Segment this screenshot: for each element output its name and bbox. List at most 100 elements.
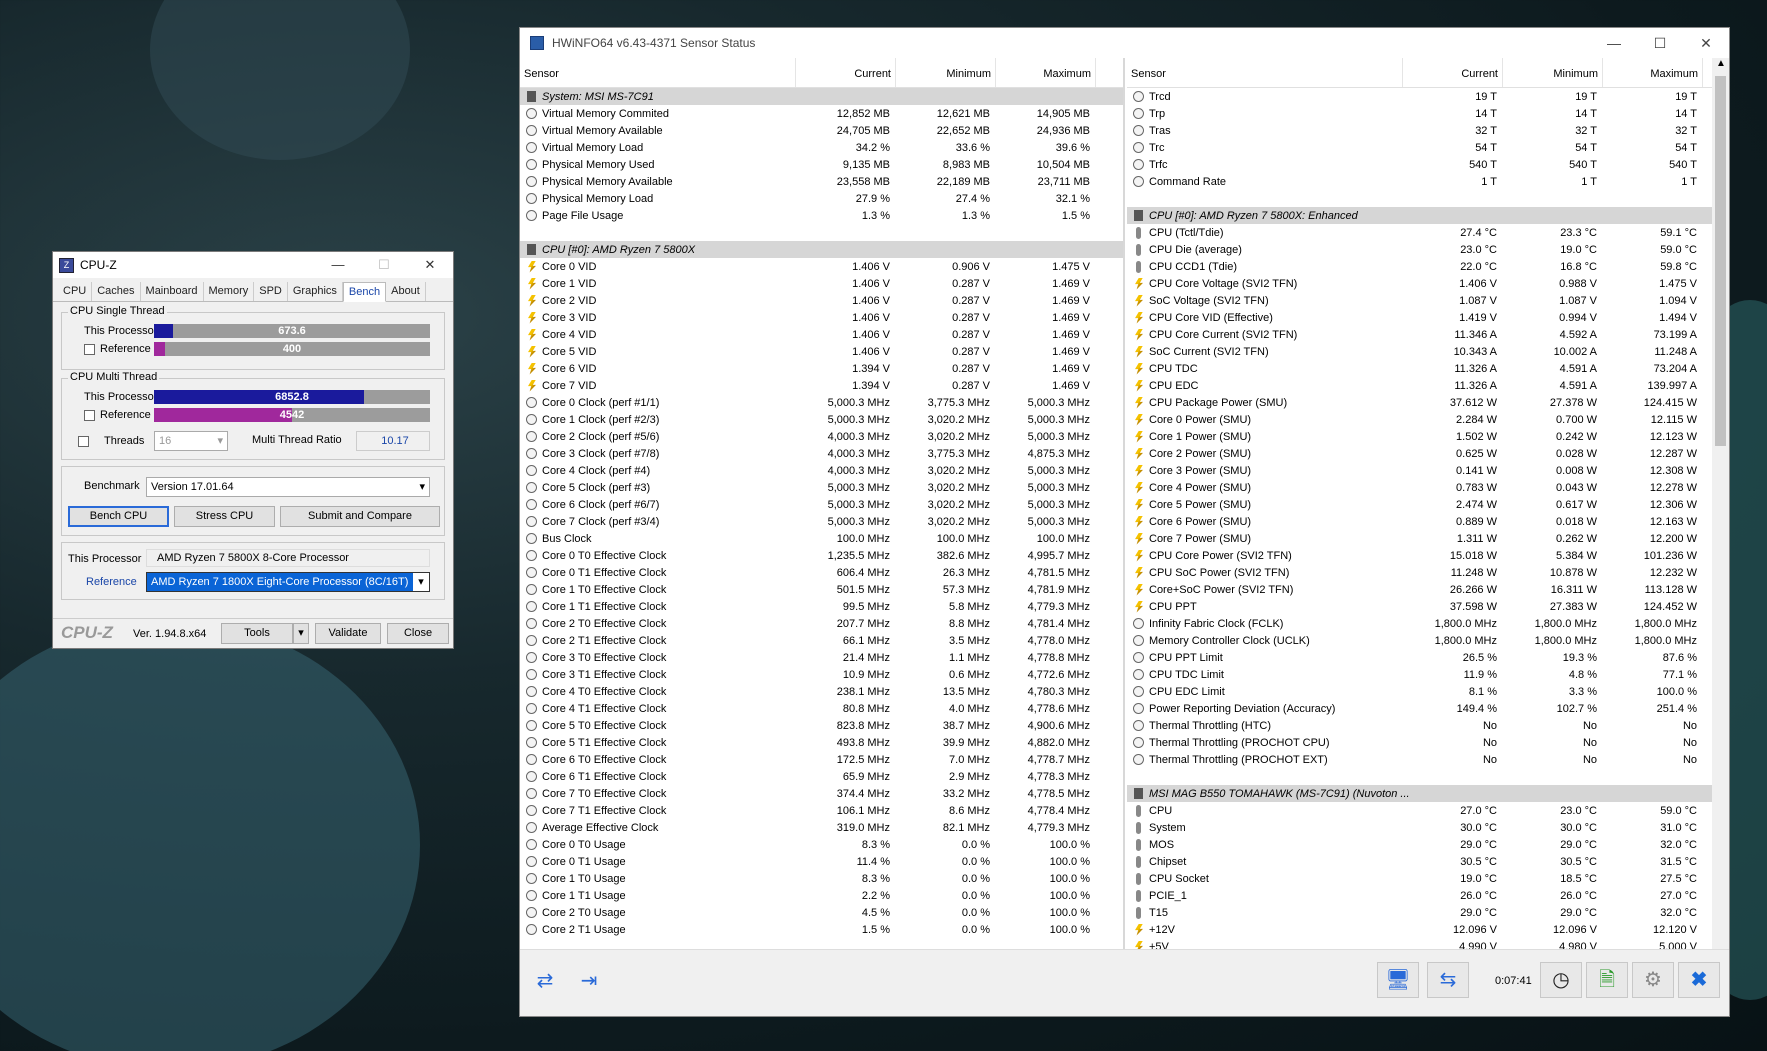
table-row[interactable]: Core 7 T1 Effective Clock 106.1 MHz 8.6 MH… [520,802,1123,819]
table-row[interactable]: CPU 27.0 °C 23.0 °C 59.0 °C [1127,802,1729,819]
table-row[interactable]: Trc 54 T 54 T 54 T [1127,139,1729,156]
table-row[interactable]: Thermal Throttling (PROCHOT EXT) No No No [1127,751,1729,768]
table-row[interactable]: Core 0 T0 Usage 8.3 % 0.0 % 100.0 % [520,836,1123,853]
table-row[interactable]: CPU Socket 19.0 °C 18.5 °C 27.5 °C [1127,870,1729,887]
table-row[interactable]: System 30.0 °C 30.0 °C 31.0 °C [1127,819,1729,836]
scrollbar-thumb[interactable] [1715,76,1726,446]
single-ref-checkbox[interactable] [84,343,95,355]
table-row[interactable]: Thermal Throttling (PROCHOT CPU) No No No [1127,734,1729,751]
table-row[interactable]: Memory Controller Clock (UCLK) 1,800.0 MH… [1127,632,1729,649]
col-maximum[interactable]: Maximum [996,58,1096,87]
table-row[interactable]: Core 4 Power (SMU) 0.783 W 0.043 W 12.278 W [1127,479,1729,496]
validate-button[interactable]: Validate [315,623,381,644]
exit-button[interactable]: ✖ [1678,962,1720,998]
table-row[interactable]: +12V 12.096 V 12.096 V 12.120 V [1127,921,1729,938]
table-row[interactable]: Core 0 Power (SMU) 2.284 W 0.700 W 12.115 W [1127,411,1729,428]
table-row[interactable]: Virtual Memory Available 24,705 MB 22,652 … [520,122,1123,139]
clock-button[interactable]: ◷ [1540,962,1582,998]
table-row[interactable]: Core 6 T0 Effective Clock 172.5 MHz 7.0 MH… [520,751,1123,768]
table-row[interactable]: Core+SoC Power (SVI2 TFN) 26.266 W 16.311 … [1127,581,1729,598]
table-row[interactable]: CPU EDC Limit 8.1 % 3.3 % 100.0 % [1127,683,1729,700]
tab-about[interactable]: About [386,282,426,301]
table-row[interactable]: CPU Package Power (SMU) 37.612 W 27.378 W 1… [1127,394,1729,411]
table-row[interactable]: Core 6 VID 1.394 V 0.287 V 1.469 V [520,360,1123,377]
multi-ref-checkbox[interactable] [84,409,95,421]
tab-caches[interactable]: Caches [92,282,141,301]
table-row[interactable]: Core 1 T1 Effective Clock 99.5 MHz 5.8 MHz… [520,598,1123,615]
table-row[interactable]: Core 5 T1 Effective Clock 493.8 MHz 39.9 M… [520,734,1123,751]
table-row[interactable]: Command Rate 1 T 1 T 1 T [1127,173,1729,190]
minimize-icon[interactable]: — [315,257,361,273]
network-button[interactable]: 🖥 [1377,962,1419,998]
col-current[interactable]: Current [796,58,896,87]
table-row[interactable]: Core 7 Clock (perf #3/4) 5,000.3 MHz 3,020… [520,513,1123,530]
threads-select[interactable]: 16 ▾ [154,431,228,451]
table-row[interactable]: CPU Die (average) 23.0 °C 19.0 °C 59.0 °C [1127,241,1729,258]
benchmark-select[interactable]: Version 17.01.64 ▾ [146,477,430,497]
close-button[interactable]: Close [387,623,449,644]
expand-arrows-button[interactable]: ⇥ [568,964,610,1000]
table-row[interactable]: CPU Core VID (Effective) 1.419 V 0.994 V 1.… [1127,309,1729,326]
table-row[interactable]: Core 5 Clock (perf #3) 5,000.3 MHz 3,020.2… [520,479,1123,496]
table-row[interactable]: Core 2 Clock (perf #5/6) 4,000.3 MHz 3,020… [520,428,1123,445]
table-row[interactable]: CPU PPT 37.598 W 27.383 W 124.452 W [1127,598,1729,615]
table-row[interactable]: Core 4 T1 Effective Clock 80.8 MHz 4.0 MHz… [520,700,1123,717]
sensor-group-header[interactable]: CPU [#0]: AMD Ryzen 7 5800X [520,241,1123,258]
layout-button[interactable]: ⇆ [1427,962,1469,998]
table-row[interactable]: Core 2 T1 Usage 1.5 % 0.0 % 100.0 % [520,921,1123,938]
table-row[interactable]: SoC Voltage (SVI2 TFN) 1.087 V 1.087 V 1.09… [1127,292,1729,309]
table-row[interactable]: Core 3 Clock (perf #7/8) 4,000.3 MHz 3,775… [520,445,1123,462]
table-row[interactable]: CPU TDC Limit 11.9 % 4.8 % 77.1 % [1127,666,1729,683]
table-row[interactable]: Core 1 Clock (perf #2/3) 5,000.3 MHz 3,020… [520,411,1123,428]
table-row[interactable]: Core 3 T1 Effective Clock 10.9 MHz 0.6 MHz… [520,666,1123,683]
col-maximum[interactable]: Maximum [1603,58,1703,87]
table-row[interactable]: Virtual Memory Commited 12,852 MB 12,621 M… [520,105,1123,122]
table-row[interactable]: Chipset 30.5 °C 30.5 °C 31.5 °C [1127,853,1729,870]
table-row[interactable]: Core 2 T0 Usage 4.5 % 0.0 % 100.0 % [520,904,1123,921]
table-row[interactable]: CPU Core Current (SVI2 TFN) 11.346 A 4.592… [1127,326,1729,343]
table-row[interactable]: Power Reporting Deviation (Accuracy) 149.… [1127,700,1729,717]
close-icon[interactable]: ✕ [1683,35,1729,52]
col-sensor[interactable]: Sensor [1127,58,1403,87]
table-row[interactable]: Core 3 Power (SMU) 0.141 W 0.008 W 12.308 W [1127,462,1729,479]
stress-cpu-button[interactable]: Stress CPU [174,506,275,527]
tab-memory[interactable]: Memory [204,282,255,301]
table-row[interactable]: Core 5 VID 1.406 V 0.287 V 1.469 V [520,343,1123,360]
table-row[interactable]: Core 4 Clock (perf #4) 4,000.3 MHz 3,020.2… [520,462,1123,479]
table-row[interactable]: Thermal Throttling (HTC) No No No [1127,717,1729,734]
table-row[interactable]: Core 7 T0 Effective Clock 374.4 MHz 33.2 M… [520,785,1123,802]
col-sensor[interactable]: Sensor [520,58,796,87]
table-row[interactable]: Page File Usage 1.3 % 1.3 % 1.5 % [520,207,1123,224]
table-row[interactable]: CPU EDC 11.326 A 4.591 A 139.997 A [1127,377,1729,394]
table-row[interactable]: Core 1 T0 Effective Clock 501.5 MHz 57.3 M… [520,581,1123,598]
table-row[interactable]: SoC Current (SVI2 TFN) 10.343 A 10.002 A 11… [1127,343,1729,360]
table-row[interactable]: Virtual Memory Load 34.2 % 33.6 % 39.6 % [520,139,1123,156]
table-row[interactable]: Physical Memory Used 9,135 MB 8,983 MB 10,5… [520,156,1123,173]
table-row[interactable]: Trcd 19 T 19 T 19 T [1127,88,1729,105]
table-row[interactable]: Core 7 VID 1.394 V 0.287 V 1.469 V [520,377,1123,394]
table-row[interactable]: Core 2 Power (SMU) 0.625 W 0.028 W 12.287 W [1127,445,1729,462]
table-row[interactable]: T15 29.0 °C 29.0 °C 32.0 °C [1127,904,1729,921]
tab-mainboard[interactable]: Mainboard [141,282,204,301]
maximize-icon[interactable]: ☐ [361,257,407,273]
table-row[interactable]: Core 4 VID 1.406 V 0.287 V 1.469 V [520,326,1123,343]
reference-select[interactable]: AMD Ryzen 7 1800X Eight-Core Processor (… [146,572,430,592]
table-row[interactable]: Core 6 Power (SMU) 0.889 W 0.018 W 12.163 W [1127,513,1729,530]
table-row[interactable]: Core 4 T0 Effective Clock 238.1 MHz 13.5 M… [520,683,1123,700]
table-row[interactable]: Core 2 T0 Effective Clock 207.7 MHz 8.8 MH… [520,615,1123,632]
tab-cpu[interactable]: CPU [58,282,93,301]
table-row[interactable]: Core 6 T1 Effective Clock 65.9 MHz 2.9 MHz… [520,768,1123,785]
maximize-icon[interactable]: ☐ [1637,35,1683,52]
threads-checkbox[interactable] [78,435,89,447]
table-row[interactable]: Trfc 540 T 540 T 540 T [1127,156,1729,173]
col-minimum[interactable]: Minimum [896,58,996,87]
close-icon[interactable]: ✕ [407,257,453,273]
table-row[interactable]: Physical Memory Available 23,558 MB 22,189… [520,173,1123,190]
table-row[interactable]: Core 2 T1 Effective Clock 66.1 MHz 3.5 MHz… [520,632,1123,649]
tab-bench[interactable]: Bench [342,282,387,302]
submit-compare-button[interactable]: Submit and Compare [280,506,440,527]
collapse-arrows-button[interactable]: ⇄ [524,964,566,1000]
tab-spd[interactable]: SPD [254,282,288,301]
sensor-group-header[interactable]: CPU [#0]: AMD Ryzen 7 5800X: Enhanced [1127,207,1729,224]
tools-button[interactable]: Tools [221,623,293,644]
